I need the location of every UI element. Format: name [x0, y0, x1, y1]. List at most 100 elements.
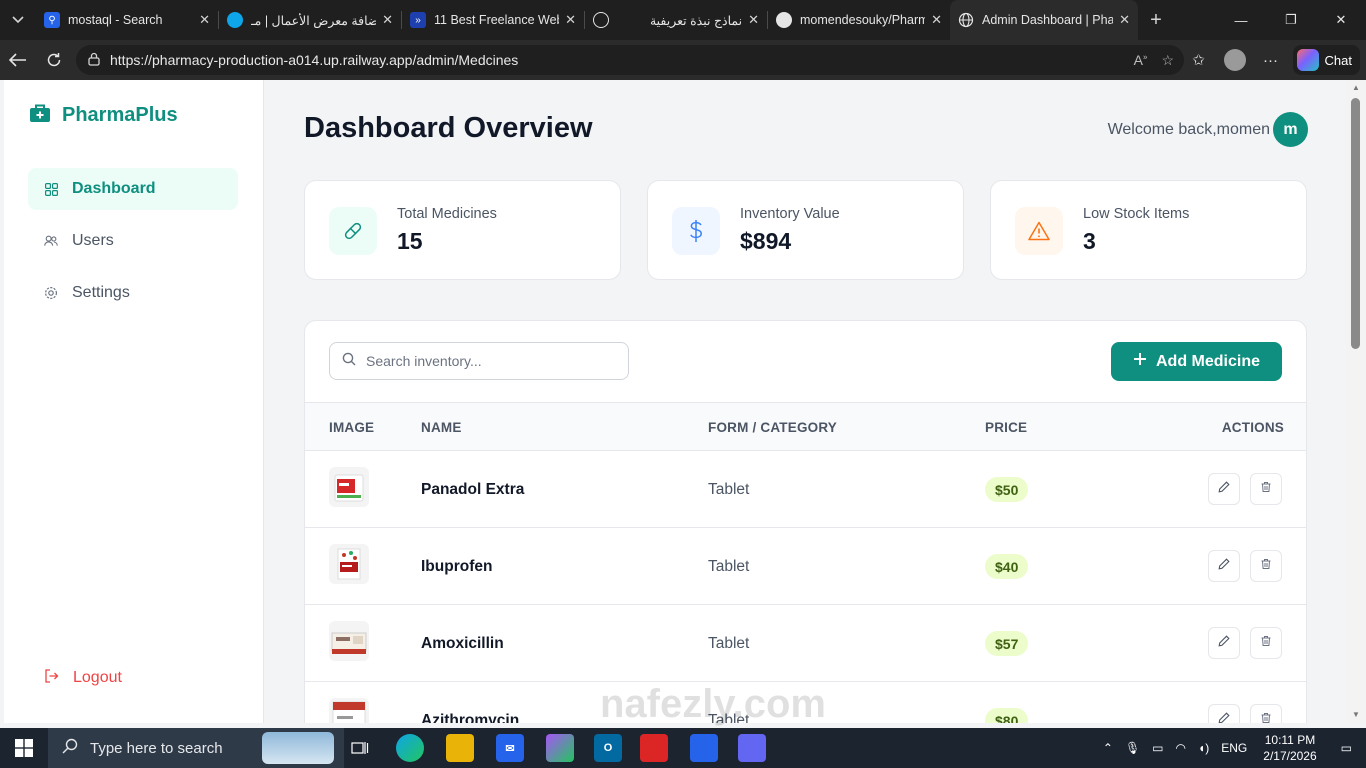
stat-label: Low Stock Items [1083, 206, 1190, 222]
browser-tab[interactable]: إضافة معرض الأعمال | مـ ✕ [219, 0, 401, 40]
warning-icon [1015, 207, 1063, 255]
medicine-form: Tablet [708, 558, 750, 575]
welcome-text: Welcome back,momen [1107, 121, 1270, 138]
edit-button[interactable] [1208, 627, 1240, 659]
more-options-icon[interactable]: ··· [1253, 40, 1289, 80]
windows-start-icon[interactable] [0, 728, 48, 768]
sidebar: PharmaPlus Dashboard Users Settings Logo… [4, 80, 264, 723]
outlook-icon[interactable]: O [594, 734, 622, 762]
clock[interactable]: 10:11 PM 2/17/2026 [1253, 732, 1326, 764]
file-explorer-icon[interactable] [446, 734, 474, 762]
search-input[interactable] [366, 353, 606, 369]
medicine-image [329, 544, 369, 584]
medicine-name: Ibuprofen [421, 558, 493, 575]
microphone-icon[interactable]: 🎙 [1119, 741, 1146, 755]
delete-button[interactable] [1250, 704, 1282, 723]
medicine-image [329, 621, 369, 661]
column-header-actions: ACTIONS [1221, 420, 1284, 435]
language-indicator[interactable]: ENG [1215, 741, 1253, 755]
close-tab-icon[interactable]: ✕ [199, 12, 210, 28]
delete-button[interactable] [1250, 627, 1282, 659]
search-box[interactable] [329, 342, 629, 380]
logout-label: Logout [73, 669, 122, 686]
input-method-icon[interactable]: ▭ [1146, 741, 1169, 755]
close-tab-icon[interactable]: ✕ [1119, 12, 1130, 28]
address-bar[interactable]: https://pharmacy-production-a014.up.rail… [76, 45, 1184, 75]
grid-icon [44, 182, 58, 196]
medicine-image [329, 467, 369, 507]
browser-tab[interactable]: momendesouky/Pharma ✕ [768, 0, 950, 40]
back-icon[interactable] [0, 40, 36, 80]
browser-tab-bar: ⚲ mostaql - Search ✕ إضافة معرض الأعمال … [0, 0, 1366, 40]
profile-icon[interactable] [1217, 40, 1253, 80]
medicine-form: Tablet [708, 481, 750, 498]
browser-tab-active[interactable]: Admin Dashboard | Phar ✕ [950, 0, 1138, 40]
minimize-icon[interactable]: — [1216, 0, 1266, 40]
delete-button[interactable] [1250, 550, 1282, 582]
scrollbar-thumb[interactable] [1351, 98, 1360, 349]
brand[interactable]: PharmaPlus [30, 104, 178, 127]
add-medicine-button[interactable]: Add Medicine [1111, 342, 1282, 381]
page-scrollbar[interactable]: ▲ ▼ [1346, 80, 1366, 723]
browser-tab[interactable]: نماذج نبذة تعريفية ✕ [585, 0, 767, 40]
table-row: Panadol Extra Tablet $50 [305, 451, 1306, 528]
task-view-icon[interactable] [346, 734, 374, 762]
read-aloud-icon[interactable]: A» [1134, 52, 1148, 68]
taskbar-search[interactable]: Type here to search [48, 728, 344, 768]
medicine-form: Tablet [708, 712, 750, 723]
price-badge: $57 [985, 631, 1029, 656]
sidebar-item-users[interactable]: Users [28, 220, 238, 262]
sidebar-item-dashboard[interactable]: Dashboard [28, 168, 238, 210]
tab-actions-menu-button[interactable] [0, 0, 36, 40]
logout-icon [44, 668, 59, 688]
scroll-down-icon[interactable]: ▼ [1346, 707, 1366, 723]
edit-button[interactable] [1208, 550, 1240, 582]
maximize-icon[interactable]: ❐ [1266, 0, 1316, 40]
close-tab-icon[interactable]: ✕ [931, 12, 942, 28]
logout-button[interactable]: Logout [28, 657, 238, 699]
medicine-name: Azithromycin [421, 712, 520, 723]
new-tab-button[interactable]: + [1138, 0, 1174, 40]
close-tab-icon[interactable]: ✕ [382, 12, 393, 28]
search-icon: ⚲ [44, 12, 60, 28]
browser-tab[interactable]: ⚲ mostaql - Search ✕ [36, 0, 218, 40]
microsoft-365-icon[interactable] [546, 734, 574, 762]
delete-button[interactable] [1250, 473, 1282, 505]
chatgpt-icon [593, 12, 609, 28]
wifi-icon[interactable]: ◠ [1170, 741, 1192, 755]
favorites-icon[interactable]: ✩ [1181, 40, 1217, 80]
medicine-form: Tablet [708, 635, 750, 652]
pencil-icon [1218, 480, 1230, 498]
browser-tab[interactable]: » 11 Best Freelance Web D ✕ [402, 0, 584, 40]
edit-button[interactable] [1208, 473, 1240, 505]
mail-icon[interactable]: ✉ [496, 734, 524, 762]
medicine-name: Amoxicillin [421, 635, 504, 652]
teams-icon[interactable] [738, 734, 766, 762]
copilot-chat-button[interactable]: Chat [1292, 45, 1360, 75]
sidebar-item-label: Dashboard [72, 180, 156, 197]
column-header-price: PRICE [985, 420, 1028, 435]
medical-briefcase-icon [30, 104, 50, 127]
brand-name: PharmaPlus [62, 104, 178, 126]
notification-icon[interactable]: ▭ [1327, 741, 1366, 755]
edge-browser-icon[interactable] [396, 734, 424, 762]
close-tab-icon[interactable]: ✕ [748, 12, 759, 28]
vscode-icon[interactable] [690, 734, 718, 762]
pill-icon [329, 207, 377, 255]
url-text: https://pharmacy-production-a014.up.rail… [110, 52, 519, 68]
volume-icon[interactable]: ◖) [1192, 741, 1215, 755]
column-header-image: IMAGE [329, 420, 375, 435]
app-icon[interactable] [640, 734, 668, 762]
favorite-star-icon[interactable]: ☆ [1161, 52, 1174, 69]
sidebar-item-settings[interactable]: Settings [28, 272, 238, 314]
bookmark-icon: » [410, 12, 426, 28]
close-tab-icon[interactable]: ✕ [565, 12, 576, 28]
system-tray: ⌃ 🎙 ▭ ◠ ◖) ENG 10:11 PM 2/17/2026 ▭ [1097, 728, 1366, 768]
scroll-up-icon[interactable]: ▲ [1346, 80, 1366, 96]
price-badge: $50 [985, 477, 1029, 502]
edit-button[interactable] [1208, 704, 1240, 723]
avatar[interactable]: m [1273, 112, 1308, 147]
chevron-up-icon[interactable]: ⌃ [1097, 741, 1119, 755]
close-window-icon[interactable]: ✕ [1316, 0, 1366, 40]
refresh-icon[interactable] [36, 40, 72, 80]
